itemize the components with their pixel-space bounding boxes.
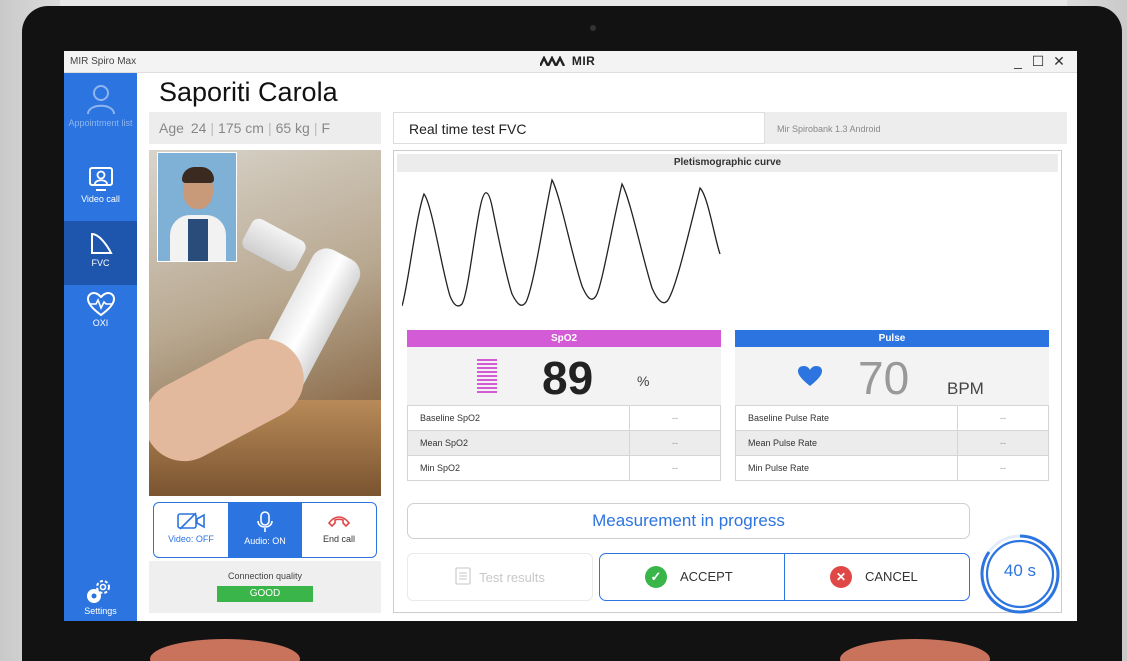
- table-row: Mean Pulse Rate --: [735, 430, 1049, 456]
- countdown-timer: 40 s: [979, 533, 1061, 615]
- user-icon: [86, 85, 115, 115]
- sidebar-item-oxi[interactable]: OXI: [64, 291, 137, 341]
- patient-name: Saporiti Carola: [159, 77, 338, 107]
- age-label: Age: [159, 120, 184, 136]
- spo2-min-value: --: [629, 455, 721, 481]
- spo2-min-label: Min SpO2: [407, 455, 630, 481]
- sidebar-item-label: OXI: [92, 318, 109, 328]
- brand-text: MIR: [571, 54, 596, 68]
- video-toggle-label: Video: OFF: [168, 534, 214, 544]
- spo2-mean-label: Mean SpO2: [407, 430, 630, 456]
- pulse-panel: Pulse 70 BPM Baseline Pulse Rate -- Mean…: [735, 330, 1049, 481]
- audio-toggle-label: Audio: ON: [244, 536, 286, 546]
- accept-cancel-group: ✓ ACCEPT ✕ CANCEL: [599, 553, 970, 601]
- phone-hangup-icon: [327, 516, 351, 528]
- sidebar-item-label: Settings: [84, 606, 117, 616]
- sex-value: F: [321, 120, 331, 136]
- spirometer-mouthpiece: [239, 215, 309, 275]
- video-toggle-button[interactable]: Video: OFF: [154, 503, 228, 557]
- connection-quality: Connection quality GOOD: [149, 561, 381, 613]
- close-button[interactable]: ✕: [1050, 53, 1068, 70]
- title-bar: MIR Spiro Max MIR _ ☐ ✕: [64, 51, 1077, 73]
- test-results-button[interactable]: Test results: [407, 553, 593, 601]
- pulse-value: 70: [858, 352, 910, 404]
- pulse-min-value: --: [957, 455, 1049, 481]
- table-row: Mean SpO2 --: [407, 430, 721, 456]
- weight-value: 65 kg: [275, 120, 310, 136]
- test-title: Real time test FVC: [393, 112, 765, 144]
- video-call-icon: [88, 167, 113, 191]
- spo2-baseline-label: Baseline SpO2: [407, 405, 630, 431]
- pulse-header: Pulse: [735, 330, 1049, 347]
- patient-info: Age 24 | 175 cm | 65 kg | F: [149, 112, 381, 144]
- end-call-button[interactable]: End call: [302, 503, 376, 557]
- pulse-unit: BPM: [947, 379, 984, 398]
- pletismographic-curve: [402, 178, 721, 307]
- camera-icon: [590, 25, 596, 31]
- connection-status-badge: GOOD: [217, 586, 313, 602]
- age-value: 24: [190, 120, 207, 136]
- measurement-panel: Pletismographic curve SpO2 89 % Baseline…: [393, 150, 1062, 613]
- pulse-baseline-value: --: [957, 405, 1049, 431]
- minimize-button[interactable]: _: [1009, 53, 1027, 69]
- cancel-x-icon: ✕: [830, 566, 852, 588]
- spo2-header: SpO2: [407, 330, 721, 347]
- sidebar-item-label: Video call: [81, 194, 120, 204]
- accept-label: ACCEPT: [680, 569, 733, 584]
- pulse-min-label: Min Pulse Rate: [735, 455, 958, 481]
- spo2-value: 89: [542, 352, 594, 404]
- accept-button[interactable]: ✓ ACCEPT: [600, 554, 785, 600]
- app-name: MIR Spiro Max: [70, 56, 137, 67]
- microphone-icon: [257, 511, 273, 532]
- brand-logo: MIR: [538, 54, 596, 69]
- sidebar: Appointment list Video call FVC OXI Sett…: [64, 73, 137, 621]
- sidebar-item-label: Appointment list: [68, 118, 133, 128]
- sidebar-item-settings[interactable]: Settings: [64, 577, 137, 619]
- measurement-status: Measurement in progress: [407, 503, 970, 539]
- sidebar-item-fvc[interactable]: FVC: [64, 221, 137, 285]
- pulse-mean-value: --: [957, 430, 1049, 456]
- pulse-baseline-label: Baseline Pulse Rate: [735, 405, 958, 431]
- document-list-icon: [455, 567, 471, 585]
- mir-logo-icon: [538, 55, 566, 69]
- pulse-mean-label: Mean Pulse Rate: [735, 430, 958, 456]
- spo2-unit: %: [637, 373, 650, 389]
- sidebar-item-appointment-list[interactable]: Appointment list: [64, 81, 137, 155]
- device-label: Mir Spirobank 1.3 Android: [765, 112, 1067, 144]
- sidebar-item-video-call[interactable]: Video call: [64, 165, 137, 219]
- heart-icon: [798, 366, 822, 386]
- table-row: Min SpO2 --: [407, 455, 721, 481]
- table-row: Min Pulse Rate --: [735, 455, 1049, 481]
- gear-icon: [86, 580, 110, 603]
- video-off-icon: [177, 512, 205, 530]
- cancel-button[interactable]: ✕ CANCEL: [785, 554, 969, 600]
- maximize-button[interactable]: ☐: [1029, 53, 1047, 70]
- test-results-label: Test results: [479, 570, 545, 585]
- height-value: 175 cm: [218, 120, 264, 136]
- end-call-label: End call: [322, 534, 356, 544]
- spo2-panel: SpO2 89 % Baseline SpO2 -- Mean SpO2 -- …: [407, 330, 721, 481]
- curve-title: Pletismographic curve: [397, 154, 1058, 172]
- spo2-mean-value: --: [629, 430, 721, 456]
- spo2-level-bars-icon: [477, 359, 497, 393]
- connection-label: Connection quality: [227, 571, 303, 581]
- app-screen: MIR Spiro Max MIR _ ☐ ✕ Appointment list: [64, 51, 1077, 621]
- sidebar-item-label: FVC: [91, 258, 110, 268]
- pulse-stats-table: Baseline Pulse Rate -- Mean Pulse Rate -…: [735, 405, 1049, 481]
- cancel-label: CANCEL: [865, 569, 918, 584]
- table-row: Baseline SpO2 --: [407, 405, 721, 431]
- audio-toggle-button[interactable]: Audio: ON: [228, 503, 302, 557]
- call-controls: Video: OFF Audio: ON End call: [153, 502, 377, 558]
- spirometry-curve-icon: [90, 232, 113, 254]
- video-feed: [149, 150, 381, 496]
- timer-label: 40 s: [1003, 561, 1037, 580]
- spo2-stats-table: Baseline SpO2 -- Mean SpO2 -- Min SpO2 -…: [407, 405, 721, 481]
- heart-pulse-icon: [86, 291, 115, 317]
- check-icon: ✓: [645, 566, 667, 588]
- doctor-video-thumbnail[interactable]: [157, 152, 237, 262]
- table-row: Baseline Pulse Rate --: [735, 405, 1049, 431]
- spo2-baseline-value: --: [629, 405, 721, 431]
